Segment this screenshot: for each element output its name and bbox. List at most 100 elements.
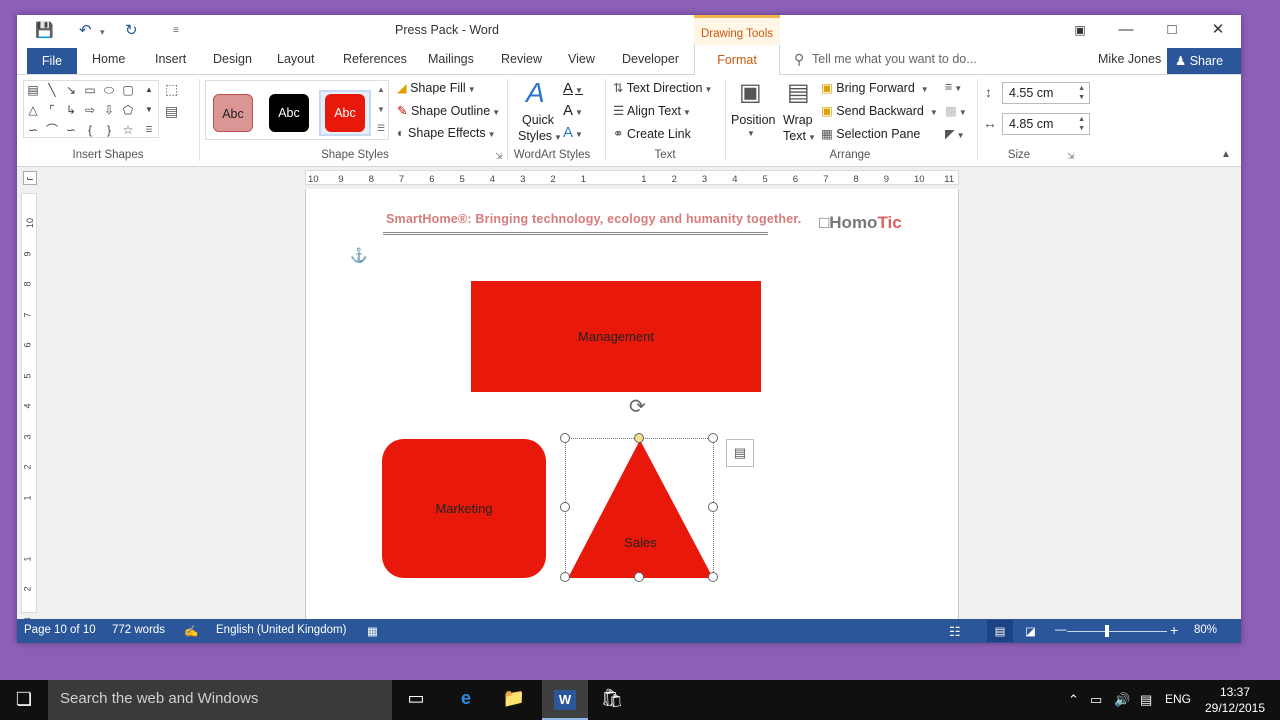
tell-me-input[interactable]: Tell me what you want to do... [812,52,977,66]
tab-design[interactable]: Design [213,52,252,66]
word-count[interactable]: 772 words [112,624,165,636]
zoom-level[interactable]: 80% [1194,624,1217,636]
resize-handle[interactable] [560,433,570,443]
chevron-down-icon[interactable]: ▼ [747,129,755,138]
text-effects-icon[interactable]: A ▼ [563,124,583,141]
send-backward-button[interactable]: ▣ Send Backward ▼ [821,103,938,118]
gallery-more-icon[interactable]: ☰ [141,123,157,137]
flowchart-shape-icon[interactable]: ⬠ [120,103,136,117]
text-outline-icon[interactable]: A ▼ [563,102,583,119]
quick-styles-icon[interactable]: A [526,77,545,109]
language[interactable]: English (United Kingdom) [216,624,346,636]
shape-height-input[interactable]: 4.55 cm ▲ ▼ [1002,82,1090,104]
styles-up-icon[interactable]: ▲ [377,85,385,94]
shape-fill-button[interactable]: ◢ Shape Fill ▼ [397,80,476,95]
zoom-out-icon[interactable]: — [1055,624,1067,636]
text-direction-button[interactable]: ⇅ Text Direction ▼ [613,80,712,95]
tab-selector-icon[interactable]: ⌙ [23,171,37,185]
shape-outline-button[interactable]: ✎ Shape Outline ▼ [397,103,500,118]
resize-handle[interactable] [708,502,718,512]
resize-handle[interactable] [560,572,570,582]
windows-start-icon[interactable]: ❏ [10,689,38,710]
arc-shape-icon[interactable]: ⌒ [44,123,60,137]
curve-shape-icon[interactable]: ∽ [63,123,79,137]
wrap-text-button[interactable]: Text ▼ [783,129,816,143]
rectangle-shape-icon[interactable]: ▭ [82,83,98,97]
tab-review[interactable]: Review [501,52,542,66]
position-button[interactable]: Position [731,113,775,127]
draw-text-box-icon[interactable]: ▤ [165,103,178,120]
style-swatch-red[interactable]: Abc [325,94,365,132]
tab-format[interactable]: Format [694,45,780,76]
spinner-icon[interactable]: ▲ ▼ [1078,115,1085,133]
wrap-text-label-1[interactable]: Wrap [783,113,813,127]
line-shape-icon[interactable]: ╲ [44,83,60,97]
shapes-gallery[interactable]: ▤ ╲ ↘ ▭ ⬭ ▢ △ ⌜ ↳ ⇨ ⇩ ⬠ ∽ ⌒ ∽ { } ☆ ▲ ▼ … [23,80,159,138]
triangle-shape-icon[interactable]: △ [25,103,41,117]
right-brace-icon[interactable]: } [101,123,117,137]
tab-developer[interactable]: Developer [622,52,679,66]
spinner-icon[interactable]: ▲ ▼ [1078,84,1085,102]
create-link-button[interactable]: ⚭ Create Link [613,126,691,141]
word-taskbar-button[interactable]: W [542,680,588,720]
dialog-launcher-icon[interactable]: ⇲ [495,151,503,162]
position-icon[interactable]: ▣ [739,78,762,107]
style-swatch-pink[interactable]: Abc [213,94,253,132]
resize-handle[interactable] [634,572,644,582]
align-icon[interactable]: ≡ ▼ [945,80,962,94]
shape-effects-button[interactable]: ◐ Shape Effects ▼ [397,126,496,140]
tab-view[interactable]: View [568,52,595,66]
layout-options-icon[interactable]: ▤ [726,439,754,467]
right-arrow-shape-icon[interactable]: ⇨ [82,103,98,117]
left-brace-icon[interactable]: { [82,123,98,137]
selection-pane-button[interactable]: ▦ Selection Pane [821,126,920,141]
rotate-handle-icon[interactable]: ⟳ [629,394,646,419]
user-name[interactable]: Mike Jones [1098,52,1161,66]
gallery-down-icon[interactable]: ▼ [141,103,157,117]
document-area[interactable]: SmartHome®: Bringing technology, ecology… [17,189,1241,629]
share-button[interactable]: ♟ Share [1167,48,1241,74]
maximize-button[interactable]: □ [1149,19,1195,43]
quick-styles-label-1[interactable]: Quick [522,113,554,127]
close-button[interactable]: ✕ [1195,19,1241,43]
tab-layout[interactable]: Layout [277,52,315,66]
elbow-connector-icon[interactable]: ⌜ [44,103,60,117]
down-arrow-shape-icon[interactable]: ⇩ [101,103,117,117]
star-shape-icon[interactable]: ☆ [120,123,136,137]
styles-more-icon[interactable]: ☰ [377,123,385,134]
tab-mailings[interactable]: Mailings [428,52,474,66]
resize-handle[interactable] [708,572,718,582]
input-language[interactable]: ENG [1165,692,1191,706]
read-mode-icon[interactable]: ☷ [949,624,961,640]
collapse-ribbon-icon[interactable]: ▲ [1221,149,1231,160]
curve-connector-icon[interactable]: ∽ [25,123,41,137]
action-center-icon[interactable]: ▤ [1140,692,1152,708]
edge-icon[interactable]: e [452,688,480,709]
page-count[interactable]: Page 10 of 10 [24,624,96,636]
clock[interactable]: 13:37 29/12/2015 [1196,684,1274,716]
rotate-icon[interactable]: ◤ ▼ [945,126,965,141]
text-fill-icon[interactable]: A ▼ [563,80,583,97]
zoom-in-icon[interactable]: + [1170,622,1178,638]
rounded-rect-shape-icon[interactable]: ▢ [120,83,136,97]
tab-references[interactable]: References [343,52,407,66]
task-view-icon[interactable]: ▭ [402,688,430,709]
network-icon[interactable]: ▭ [1090,692,1102,708]
dialog-launcher-icon[interactable]: ⇲ [1067,151,1075,162]
vertical-ruler[interactable]: 10987654321123 [21,193,37,622]
volume-icon[interactable]: 🔊 [1114,692,1130,708]
edit-shape-icon[interactable]: ⬚ [165,81,178,98]
shape-width-input[interactable]: 4.85 cm ▲ ▼ [1002,113,1090,135]
resize-handle[interactable] [560,502,570,512]
proofing-icon[interactable]: ✍ [184,624,198,638]
style-swatch-black[interactable]: Abc [269,94,309,132]
tab-home[interactable]: Home [92,52,125,66]
oval-shape-icon[interactable]: ⬭ [101,83,117,97]
ribbon-display-icon[interactable]: ▣ [1057,19,1103,43]
taskbar-search-input[interactable]: Search the web and Windows [48,680,392,720]
minimize-button[interactable]: — [1103,19,1149,43]
arrow-line-shape-icon[interactable]: ↘ [63,83,79,97]
tab-file[interactable]: File [27,48,77,74]
elbow-arrow-icon[interactable]: ↳ [63,103,79,117]
gallery-up-icon[interactable]: ▲ [141,83,157,97]
